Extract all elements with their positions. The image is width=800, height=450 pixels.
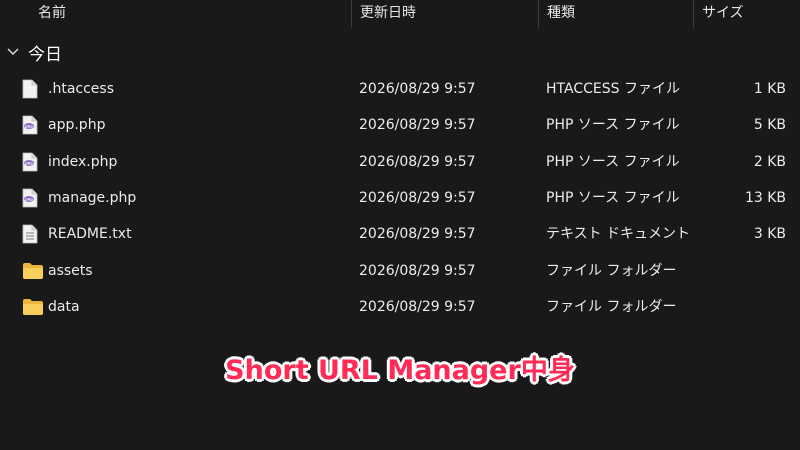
column-header-size[interactable]: サイズ xyxy=(693,0,800,28)
file-type: テキスト ドキュメント xyxy=(546,226,691,243)
file-type: HTACCESS ファイル xyxy=(546,81,680,97)
file-modified: 2026/08/29 9:57 xyxy=(359,298,476,315)
caption-overlay: Short URL Manager中身 xyxy=(225,355,575,386)
file-name: README.txt xyxy=(48,226,132,243)
php-file-icon: php xyxy=(22,107,44,143)
file-explorer: 名前 更新日時 種類 サイズ 今日 .htaccess 2026/08/29 9:… xyxy=(0,0,800,450)
text-document-icon xyxy=(22,216,44,252)
file-type: PHP ソース ファイル xyxy=(546,153,680,170)
file-size: 1 KB xyxy=(753,81,786,97)
group-label: 今日 xyxy=(28,44,62,65)
file-name: app.php xyxy=(48,117,106,134)
folder-icon xyxy=(22,253,44,289)
column-header-type[interactable]: 種類 xyxy=(538,0,692,28)
column-header-modified[interactable]: 更新日時 xyxy=(351,0,537,28)
file-type: ファイル フォルダー xyxy=(546,298,677,315)
file-row[interactable]: php app.php 2026/08/29 9:57 PHP ソース ファイル 5 K… xyxy=(0,107,800,143)
group-header-today[interactable]: 今日 xyxy=(6,38,62,66)
folder-icon xyxy=(22,289,44,325)
file-type: PHP ソース ファイル xyxy=(546,117,680,134)
file-name: data xyxy=(48,298,80,315)
file-size: 2 KB xyxy=(753,153,786,170)
file-modified: 2026/08/29 9:57 xyxy=(359,189,476,206)
file-size: 5 KB xyxy=(753,117,786,134)
file-modified: 2026/08/29 9:57 xyxy=(359,81,476,97)
php-file-icon: php xyxy=(22,144,44,180)
file-row[interactable]: php manage.php 2026/08/29 9:57 PHP ソース ファイル… xyxy=(0,180,800,216)
file-modified: 2026/08/29 9:57 xyxy=(359,117,476,134)
file-name: manage.php xyxy=(48,189,137,206)
column-header-name[interactable]: 名前 xyxy=(30,0,350,28)
file-name: .htaccess xyxy=(48,81,114,97)
file-name: index.php xyxy=(48,153,118,170)
svg-text:php: php xyxy=(25,197,33,201)
svg-text:php: php xyxy=(25,125,33,129)
file-modified: 2026/08/29 9:57 xyxy=(359,262,476,279)
file-row[interactable]: README.txt 2026/08/29 9:57 テキスト ドキュメント 3 KB xyxy=(0,216,800,252)
file-modified: 2026/08/29 9:57 xyxy=(359,153,476,170)
file-size: 13 KB xyxy=(744,189,786,206)
file-name: assets xyxy=(48,262,93,279)
chevron-down-icon[interactable] xyxy=(6,45,20,59)
file-size: 3 KB xyxy=(753,226,786,243)
file-row[interactable]: assets 2026/08/29 9:57 ファイル フォルダー xyxy=(0,253,800,289)
file-row[interactable]: data 2026/08/29 9:57 ファイル フォルダー xyxy=(0,289,800,325)
php-file-icon: php xyxy=(22,180,44,216)
svg-text:php: php xyxy=(25,161,33,165)
file-type: ファイル フォルダー xyxy=(546,262,677,279)
file-row[interactable]: php index.php 2026/08/29 9:57 PHP ソース ファイル 2… xyxy=(0,144,800,180)
file-modified: 2026/08/29 9:57 xyxy=(359,226,476,243)
file-row[interactable]: .htaccess 2026/08/29 9:57 HTACCESS ファイル 1 K… xyxy=(0,71,800,107)
file-type: PHP ソース ファイル xyxy=(546,189,680,206)
column-header: 名前 更新日時 種類 サイズ xyxy=(0,0,800,28)
text-file-icon xyxy=(22,71,44,107)
